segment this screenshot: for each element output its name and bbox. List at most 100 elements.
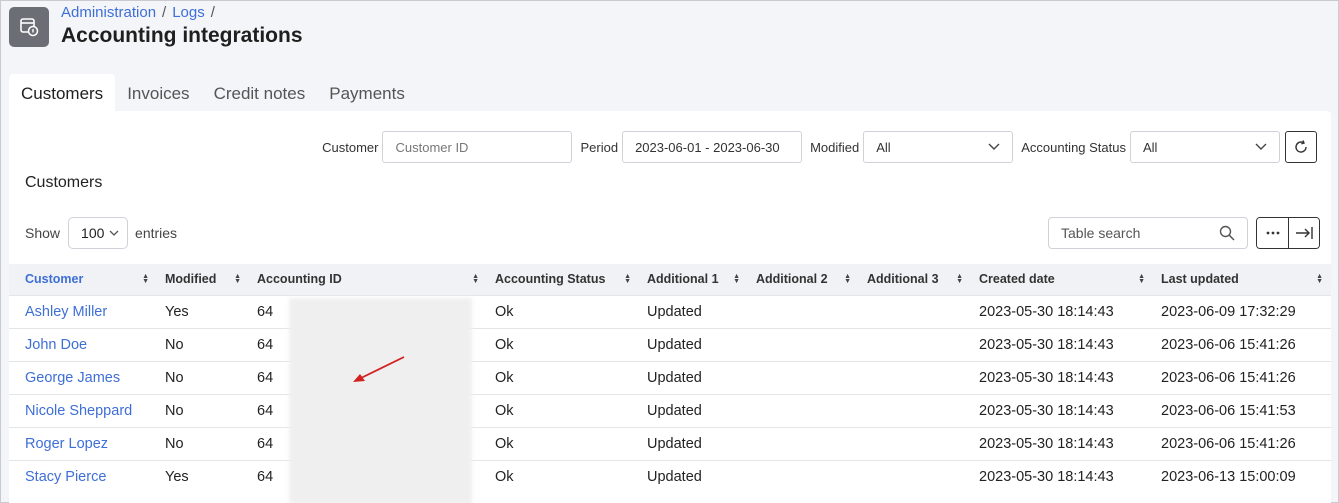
cell-additional-3 <box>859 459 971 493</box>
table-actions <box>1256 217 1320 249</box>
period-filter-label: Period <box>580 139 619 155</box>
cell-accounting-status: Ok <box>487 459 639 493</box>
sort-icon: ▲ ▼ <box>956 273 963 286</box>
cell-customer[interactable]: Nicole Sheppard <box>9 393 157 427</box>
cell-additional-2 <box>748 393 859 427</box>
accounting-status-filter-label: Accounting Status <box>1021 139 1126 155</box>
cell-additional-1: Updated <box>639 294 748 328</box>
customer-link[interactable]: George James <box>25 370 120 386</box>
col-modified-label: Modified <box>165 272 217 287</box>
more-options-button[interactable] <box>1257 218 1288 248</box>
ellipsis-icon <box>1266 231 1279 235</box>
modified-select-value: All <box>876 139 891 155</box>
customer-filter-label: Customer <box>322 139 379 155</box>
cell-additional-2 <box>748 360 859 394</box>
cell-customer[interactable]: Roger Lopez <box>9 426 157 460</box>
cell-accounting-status: Ok <box>487 294 639 328</box>
customer-id-input[interactable]: Customer ID <box>382 131 573 163</box>
cell-created-date: 2023-05-30 18:14:43 <box>971 393 1153 427</box>
customer-link[interactable]: Roger Lopez <box>25 436 108 452</box>
sort-icon: ▲ ▼ <box>1316 273 1323 286</box>
modified-filter-label: Modified <box>810 139 860 155</box>
tab-customers[interactable]: Customers <box>9 74 116 113</box>
cell-additional-2 <box>748 294 859 328</box>
col-additional-2-label: Additional 2 <box>756 272 828 287</box>
tab-credit-notes[interactable]: Credit notes <box>202 74 318 113</box>
tab-bar: Customers Invoices Credit notes Payments <box>9 74 417 113</box>
col-additional-1-label: Additional 1 <box>647 272 719 287</box>
redaction-overlay <box>289 298 472 503</box>
cell-additional-2 <box>748 426 859 460</box>
cell-modified: Yes <box>157 294 249 328</box>
customer-link[interactable]: Nicole Sheppard <box>25 403 132 419</box>
cell-customer[interactable]: John Doe <box>9 327 157 361</box>
refresh-icon <box>1295 140 1307 153</box>
cell-additional-1: Updated <box>639 459 748 493</box>
entries-per-page-select[interactable]: 100 <box>68 217 129 249</box>
tab-invoices[interactable]: Invoices <box>115 74 201 113</box>
entries-per-page-value: 100 <box>81 225 105 241</box>
col-created-date-label: Created date <box>979 272 1055 287</box>
tab-payments[interactable]: Payments <box>317 74 417 113</box>
sort-icon: ▲ ▼ <box>733 273 740 286</box>
breadcrumb: Administration / Logs / <box>61 4 303 21</box>
cell-created-date: 2023-05-30 18:14:43 <box>971 426 1153 460</box>
col-additional-3[interactable]: Additional 3 ▲ ▼ <box>859 264 971 295</box>
cell-modified: No <box>157 426 249 460</box>
col-additional-2[interactable]: Additional 2 ▲ ▼ <box>748 264 859 295</box>
cell-additional-2 <box>748 327 859 361</box>
cell-last-updated: 2023-06-06 15:41:53 <box>1153 393 1331 427</box>
chevron-down-icon <box>1255 143 1267 150</box>
col-created-date[interactable]: Created date ▲ ▼ <box>971 264 1153 295</box>
cell-additional-2 <box>748 459 859 493</box>
breadcrumb-separator: / <box>162 4 167 21</box>
cell-last-updated: 2023-06-09 17:32:29 <box>1153 294 1331 328</box>
cell-last-updated: 2023-06-06 15:41:26 <box>1153 327 1331 361</box>
col-modified[interactable]: Modified ▲ ▼ <box>157 264 249 295</box>
table-header-row: Customer ▲ ▼ Modified ▲ ▼ Accounting ID ▲ ▼ Ac… <box>9 264 1331 295</box>
col-additional-3-label: Additional 3 <box>867 272 939 287</box>
customer-link[interactable]: Ashley Miller <box>25 304 107 320</box>
table-row: John Doe No 64 Ok Updated 2023-05-30 18:… <box>9 327 1331 361</box>
col-last-updated[interactable]: Last updated ▲ ▼ <box>1153 264 1331 295</box>
cell-last-updated: 2023-06-13 15:00:09 <box>1153 459 1331 493</box>
cell-additional-3 <box>859 426 971 460</box>
chevron-down-icon <box>109 230 119 236</box>
cell-created-date: 2023-05-30 18:14:43 <box>971 360 1153 394</box>
cell-customer[interactable]: George James <box>9 360 157 394</box>
section-title: Customers <box>25 174 103 191</box>
table-row: George James No 64 Ok Updated 2023-05-30… <box>9 360 1331 394</box>
breadcrumb-logs[interactable]: Logs <box>172 4 205 21</box>
customer-link[interactable]: Stacy Pierce <box>25 469 106 485</box>
table-search-input[interactable]: Table search <box>1048 217 1248 249</box>
table-row: Nicole Sheppard No 64 Ok Updated 2023-05… <box>9 393 1331 427</box>
cell-customer[interactable]: Ashley Miller <box>9 294 157 328</box>
cell-customer[interactable]: Stacy Pierce <box>9 459 157 493</box>
col-additional-1[interactable]: Additional 1 ▲ ▼ <box>639 264 748 295</box>
sort-icon: ▲ ▼ <box>142 273 149 286</box>
chevron-down-icon <box>988 143 1000 150</box>
sort-icon: ▲ ▼ <box>472 273 479 286</box>
modified-select[interactable]: All <box>863 131 1014 163</box>
entries-label: entries <box>135 225 178 241</box>
col-last-updated-label: Last updated <box>1161 272 1239 287</box>
period-input[interactable]: 2023-06-01 - 2023-06-30 <box>622 131 803 163</box>
table-row: Stacy Pierce Yes 64 Ok Updated 2023-05-3… <box>9 459 1331 493</box>
col-customer[interactable]: Customer ▲ ▼ <box>9 264 157 295</box>
sort-icon: ▲ ▼ <box>1138 273 1145 286</box>
export-button[interactable] <box>1288 218 1319 248</box>
col-accounting-status[interactable]: Accounting Status ▲ ▼ <box>487 264 639 295</box>
cell-modified: No <box>157 360 249 394</box>
col-customer-label: Customer <box>25 272 84 287</box>
col-accounting-id[interactable]: Accounting ID ▲ ▼ <box>249 264 487 295</box>
customer-link[interactable]: John Doe <box>25 337 87 353</box>
cell-additional-1: Updated <box>639 360 748 394</box>
accounting-status-select[interactable]: All <box>1130 131 1280 163</box>
cell-created-date: 2023-05-30 18:14:43 <box>971 294 1153 328</box>
col-accounting-id-label: Accounting ID <box>257 272 342 287</box>
customers-table: Customer ▲ ▼ Modified ▲ ▼ Accounting ID ▲ ▼ Ac… <box>9 264 1331 493</box>
cell-additional-3 <box>859 327 971 361</box>
refresh-button[interactable] <box>1285 131 1317 163</box>
table-search-placeholder: Table search <box>1061 225 1141 241</box>
breadcrumb-administration[interactable]: Administration <box>61 4 156 21</box>
